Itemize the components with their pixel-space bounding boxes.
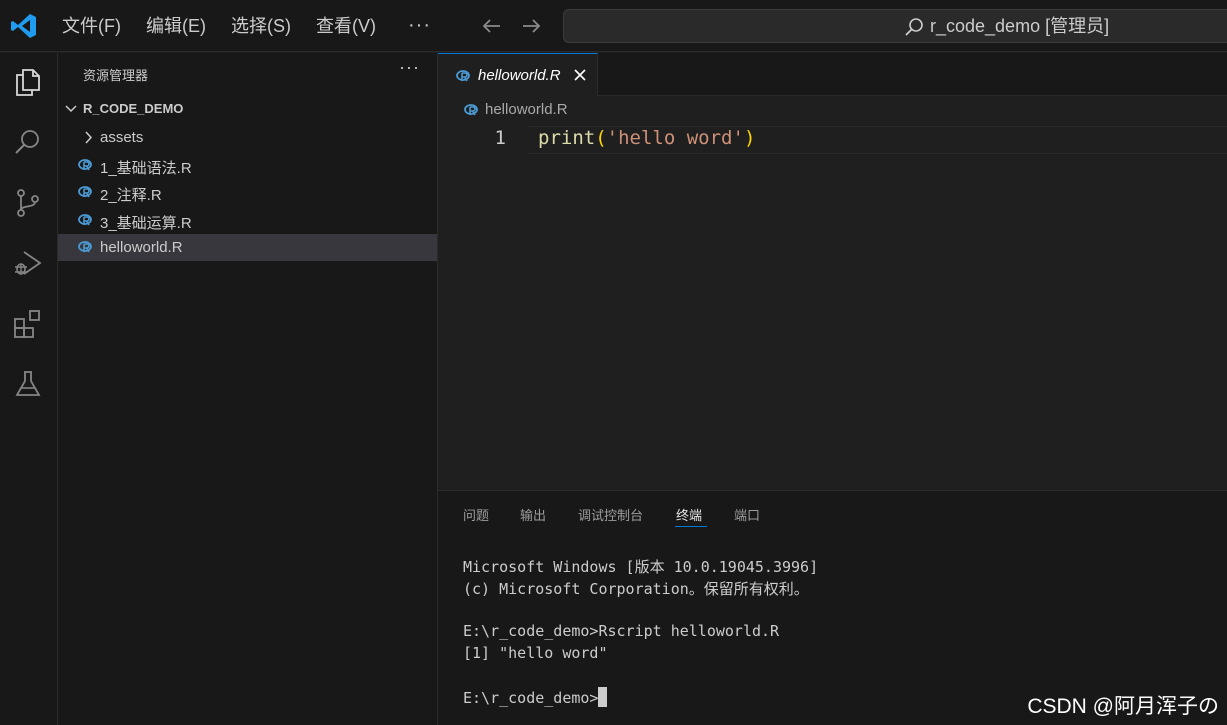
explorer-icon[interactable] (12, 66, 44, 98)
menu-view[interactable]: 查看(V) (316, 0, 376, 52)
run-debug-icon[interactable] (12, 247, 44, 279)
workspace-folder[interactable]: R_CODE_DEMO (58, 97, 437, 121)
tree-item-label: 1_基础语法.R (100, 160, 192, 177)
tree-item-assets[interactable]: assets (58, 124, 437, 151)
title-bar: 文件(F) 编辑(E) 选择(S) 查看(V) ··· r_code_demo … (0, 0, 1227, 52)
terminal-prompt-line[interactable]: E:\r_code_demo> (463, 687, 608, 707)
testing-icon[interactable] (12, 368, 44, 400)
tree-item-label: 3_基础运算.R (100, 215, 192, 232)
watermark: CSDN @阿月浑子の (1027, 695, 1219, 718)
r-file-icon (78, 241, 92, 253)
terminal-line: [1] "hello word" (463, 644, 608, 662)
editor-tab-bar: helloworld.R (438, 53, 1227, 96)
chevron-down-icon (65, 105, 77, 113)
tab-output[interactable]: 输出 (520, 505, 546, 524)
terminal-prompt: E:\r_code_demo> (463, 689, 599, 707)
forward-arrow-icon[interactable] (518, 13, 544, 39)
vscode-logo-icon[interactable] (10, 12, 38, 40)
terminal-line: E:\r_code_demo>Rscript helloworld.R (463, 622, 780, 640)
code-token-paren: ( (595, 127, 607, 149)
menu-more-button[interactable]: ··· (408, 0, 431, 52)
menu-file[interactable]: 文件(F) (62, 0, 121, 52)
r-file-icon (78, 214, 92, 226)
activity-bar (0, 53, 58, 725)
tree-item-label: assets (100, 129, 144, 146)
tab-debug-console[interactable]: 调试控制台 (578, 505, 643, 524)
tree-item-label: helloworld.R (100, 239, 183, 256)
tab-ports[interactable]: 端口 (734, 505, 760, 524)
menu-edit[interactable]: 编辑(E) (146, 0, 206, 52)
line-number: 1 (494, 127, 506, 149)
tree-item-label: 2_注释.R (100, 187, 162, 204)
explorer-sidebar: 资源管理器 ··· R_CODE_DEMO assets 1_基础语法.R 2_… (58, 53, 438, 725)
source-control-icon[interactable] (12, 187, 44, 219)
r-file-icon (78, 186, 92, 198)
code-token-function: print (538, 127, 596, 149)
code-token-paren: ) (743, 127, 756, 149)
breadcrumb-item[interactable]: helloworld.R (485, 101, 568, 118)
terminal-cursor (598, 687, 608, 707)
sidebar-title: 资源管理器 (83, 68, 149, 83)
r-file-icon (78, 159, 92, 171)
tab-label: helloworld.R (478, 67, 561, 84)
code-line[interactable]: print('hello word') (538, 127, 755, 149)
back-arrow-icon[interactable] (479, 13, 505, 39)
tab-problems[interactable]: 问题 (463, 505, 489, 524)
tree-item-file[interactable]: 2_注释.R (58, 179, 437, 206)
breadcrumb: helloworld.R (438, 96, 1227, 124)
r-file-icon (464, 104, 478, 116)
active-tab-indicator (675, 526, 707, 527)
tab-terminal[interactable]: 终端 (676, 505, 702, 524)
command-center-search[interactable]: r_code_demo [管理员] (563, 9, 1227, 43)
r-file-icon (456, 70, 470, 82)
search-icon (905, 18, 923, 36)
chevron-right-icon (85, 131, 93, 144)
search-text: r_code_demo [管理员] (930, 16, 1110, 36)
tab-helloworld[interactable]: helloworld.R (438, 53, 598, 96)
menu-selection[interactable]: 选择(S) (231, 0, 291, 52)
sidebar-more-button[interactable]: ··· (399, 57, 420, 78)
workspace-folder-label: R_CODE_DEMO (83, 101, 184, 116)
search-icon[interactable] (12, 126, 44, 158)
tree-item-file-selected[interactable]: helloworld.R (58, 234, 437, 261)
code-token-string: 'hello word' (606, 127, 744, 149)
extensions-icon[interactable] (12, 308, 44, 340)
terminal-line: (c) Microsoft Corporation。保留所有权利。 (463, 580, 809, 598)
tree-item-file[interactable]: 3_基础运算.R (58, 207, 437, 234)
close-icon[interactable] (573, 68, 587, 82)
tree-item-file[interactable]: 1_基础语法.R (58, 152, 437, 179)
code-editor[interactable]: 1 print('hello word') (438, 124, 1227, 490)
terminal-line: Microsoft Windows [版本 10.0.19045.3996] (463, 558, 819, 576)
bottom-panel: 问题 输出 调试控制台 终端 端口 Microsoft Windows [版本 … (438, 490, 1227, 725)
